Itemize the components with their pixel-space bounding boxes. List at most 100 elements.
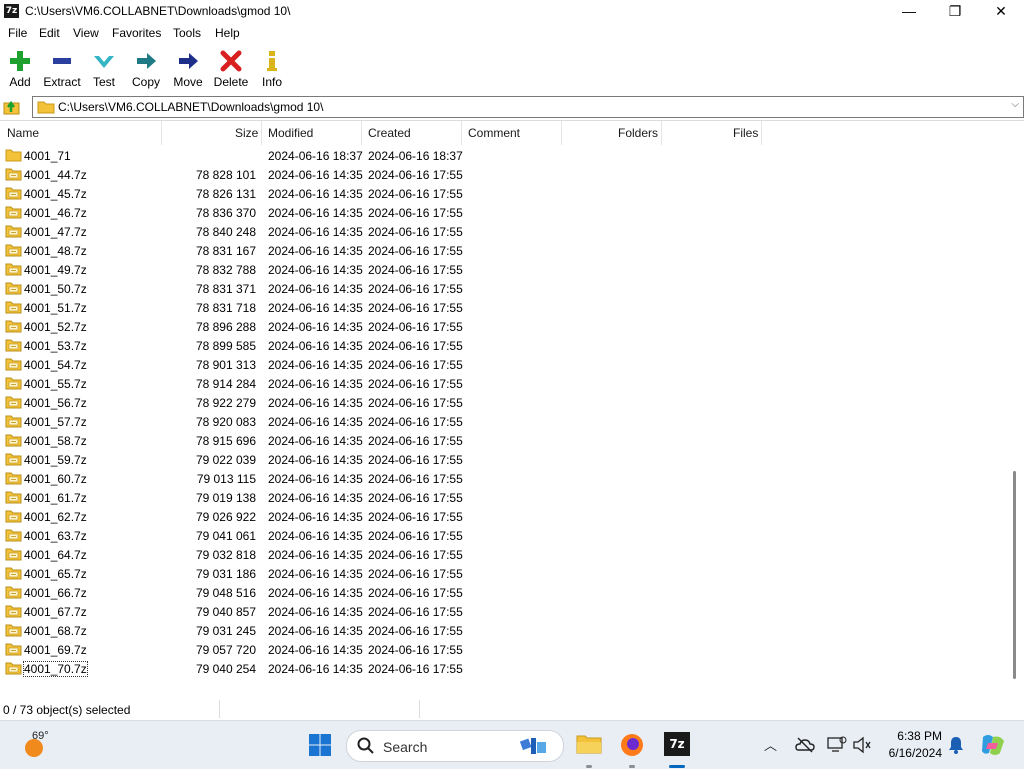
archive-folder-icon xyxy=(5,661,22,678)
file-size: 79 022 039 xyxy=(195,453,256,467)
7zip-app-icon: 7z xyxy=(4,4,19,18)
file-list[interactable]: Name Size Modified Created Comment Folde… xyxy=(0,120,1024,699)
file-name: 4001_65.7z xyxy=(24,567,87,581)
table-row[interactable]: 4001_67.7z 79 040 857 2024-06-16 14:35 2024… xyxy=(0,602,1006,621)
table-row[interactable]: 4001_54.7z 78 901 313 2024-06-16 14:35 2024… xyxy=(0,355,1006,374)
column-divider[interactable] xyxy=(761,121,762,145)
table-row[interactable]: 4001_59.7z 79 022 039 2024-06-16 14:35 2024… xyxy=(0,450,1006,469)
maximize-button[interactable]: ❐ xyxy=(932,0,978,22)
column-divider[interactable] xyxy=(461,121,462,145)
extract-button[interactable]: Extract xyxy=(39,48,85,92)
copilot-icon[interactable] xyxy=(980,733,1006,757)
table-row[interactable]: 4001_47.7z 78 840 248 2024-06-16 14:35 2024… xyxy=(0,222,1006,241)
column-comment[interactable]: Comment xyxy=(468,126,520,140)
modified-date: 2024-06-16 14:35 xyxy=(268,567,363,581)
menu-tools[interactable]: Tools xyxy=(173,26,201,40)
table-row[interactable]: 4001_69.7z 79 057 720 2024-06-16 14:35 2024… xyxy=(0,640,1006,659)
table-row[interactable]: 4001_50.7z 78 831 371 2024-06-16 14:35 2024… xyxy=(0,279,1006,298)
close-button[interactable]: ✕ xyxy=(978,0,1024,22)
menu-help[interactable]: Help xyxy=(215,26,240,40)
column-folders[interactable]: Folders xyxy=(618,126,658,140)
network-icon[interactable] xyxy=(827,736,847,754)
file-explorer-icon[interactable] xyxy=(576,733,602,755)
file-name: 4001_54.7z xyxy=(24,358,87,372)
weather-widget[interactable]: 69° xyxy=(22,730,62,762)
notification-bell-icon[interactable] xyxy=(948,736,964,754)
modified-date: 2024-06-16 14:35 xyxy=(268,453,363,467)
file-name: 4001_51.7z xyxy=(24,301,87,315)
firefox-icon[interactable] xyxy=(620,733,644,757)
table-row[interactable]: 4001_58.7z 78 915 696 2024-06-16 14:35 2024… xyxy=(0,431,1006,450)
scrollbar-thumb[interactable] xyxy=(1013,471,1016,679)
extract-label: Extract xyxy=(43,75,81,89)
file-size: 79 031 245 xyxy=(195,624,256,638)
table-row[interactable]: 4001_63.7z 79 041 061 2024-06-16 14:35 2024… xyxy=(0,526,1006,545)
table-row[interactable]: 4001_62.7z 79 026 922 2024-06-16 14:35 2024… xyxy=(0,507,1006,526)
delete-button[interactable]: Delete xyxy=(208,48,254,92)
menu-file[interactable]: File xyxy=(8,26,27,40)
created-date: 2024-06-16 17:55 xyxy=(368,301,463,315)
minimize-button[interactable]: — xyxy=(886,0,932,22)
archive-folder-icon xyxy=(5,528,22,545)
column-divider[interactable] xyxy=(361,121,362,145)
column-divider[interactable] xyxy=(661,121,662,145)
column-divider[interactable] xyxy=(161,121,162,145)
taskbar-search[interactable]: Search xyxy=(346,730,564,762)
table-row[interactable]: 4001_46.7z 78 836 370 2024-06-16 14:35 2024… xyxy=(0,203,1006,222)
column-name[interactable]: Name xyxy=(7,126,39,140)
windows-start-icon[interactable] xyxy=(308,733,332,757)
file-size: 78 920 083 xyxy=(195,415,256,429)
column-size[interactable]: Size xyxy=(235,126,258,140)
table-row[interactable]: 4001_65.7z 79 031 186 2024-06-16 14:35 2024… xyxy=(0,564,1006,583)
table-row[interactable]: 4001_64.7z 79 032 818 2024-06-16 14:35 2024… xyxy=(0,545,1006,564)
menu-edit[interactable]: Edit xyxy=(39,26,60,40)
table-row[interactable]: 4001_44.7z 78 828 101 2024-06-16 14:35 2024… xyxy=(0,165,1006,184)
menu-view[interactable]: View xyxy=(73,26,99,40)
volume-icon[interactable] xyxy=(852,736,872,754)
column-modified[interactable]: Modified xyxy=(268,126,313,140)
table-row[interactable]: 4001_56.7z 78 922 279 2024-06-16 14:35 2024… xyxy=(0,393,1006,412)
table-row[interactable]: 4001_71 2024-06-16 18:37 2024-06-16 18:37 xyxy=(0,146,1006,165)
chevron-down-icon[interactable]: ⌵ xyxy=(1011,99,1019,110)
column-divider[interactable] xyxy=(261,121,262,145)
table-row[interactable]: 4001_61.7z 79 019 138 2024-06-16 14:35 2024… xyxy=(0,488,1006,507)
created-date: 2024-06-16 17:55 xyxy=(368,567,463,581)
table-row[interactable]: 4001_66.7z 79 048 516 2024-06-16 14:35 2024… xyxy=(0,583,1006,602)
archive-folder-icon xyxy=(5,509,22,526)
modified-date: 2024-06-16 14:35 xyxy=(268,510,363,524)
table-row[interactable]: 4001_57.7z 78 920 083 2024-06-16 14:35 2024… xyxy=(0,412,1006,431)
copy-button[interactable]: Copy xyxy=(123,48,169,92)
table-row[interactable]: 4001_53.7z 78 899 585 2024-06-16 14:35 2024… xyxy=(0,336,1006,355)
table-row[interactable]: 4001_70.7z 79 040 254 2024-06-16 14:35 2024… xyxy=(0,659,1006,678)
up-folder-button[interactable] xyxy=(2,97,24,117)
column-files[interactable]: Files xyxy=(733,126,758,140)
clock-date[interactable]: 6/16/2024 xyxy=(870,746,942,760)
move-button[interactable]: Move xyxy=(165,48,211,92)
table-row[interactable]: 4001_45.7z 78 826 131 2024-06-16 14:35 2024… xyxy=(0,184,1006,203)
column-created[interactable]: Created xyxy=(368,126,411,140)
table-row[interactable]: 4001_51.7z 78 831 718 2024-06-16 14:35 2024… xyxy=(0,298,1006,317)
table-row[interactable]: 4001_60.7z 79 013 115 2024-06-16 14:35 2024… xyxy=(0,469,1006,488)
menu-favorites[interactable]: Favorites xyxy=(112,26,161,40)
created-date: 2024-06-16 17:55 xyxy=(368,586,463,600)
table-row[interactable]: 4001_55.7z 78 914 284 2024-06-16 14:35 2024… xyxy=(0,374,1006,393)
clock-time[interactable]: 6:38 PM xyxy=(886,729,942,743)
table-row[interactable]: 4001_68.7z 79 031 245 2024-06-16 14:35 2024… xyxy=(0,621,1006,640)
test-button[interactable]: Test xyxy=(81,48,127,92)
created-date: 2024-06-16 17:55 xyxy=(368,548,463,562)
modified-date: 2024-06-16 14:35 xyxy=(268,548,363,562)
vertical-scrollbar[interactable] xyxy=(1008,121,1024,698)
column-divider[interactable] xyxy=(561,121,562,145)
temperature: 69° xyxy=(32,730,49,742)
file-name: 4001_46.7z xyxy=(24,206,87,220)
table-row[interactable]: 4001_52.7z 78 896 288 2024-06-16 14:35 2024… xyxy=(0,317,1006,336)
file-size: 79 026 922 xyxy=(195,510,256,524)
table-row[interactable]: 4001_48.7z 78 831 167 2024-06-16 14:35 2024… xyxy=(0,241,1006,260)
path-combobox[interactable]: C:\Users\VM6.COLLABNET\Downloads\gmod 10… xyxy=(32,96,1024,118)
table-row[interactable]: 4001_49.7z 78 832 788 2024-06-16 14:35 2024… xyxy=(0,260,1006,279)
tray-overflow-chevron-icon[interactable]: ︿ xyxy=(764,735,777,754)
7zip-taskbar-icon[interactable]: 7z xyxy=(664,732,690,756)
add-button[interactable]: Add xyxy=(0,48,43,92)
info-button[interactable]: Info xyxy=(249,48,295,92)
onedrive-offline-icon[interactable] xyxy=(795,736,815,754)
